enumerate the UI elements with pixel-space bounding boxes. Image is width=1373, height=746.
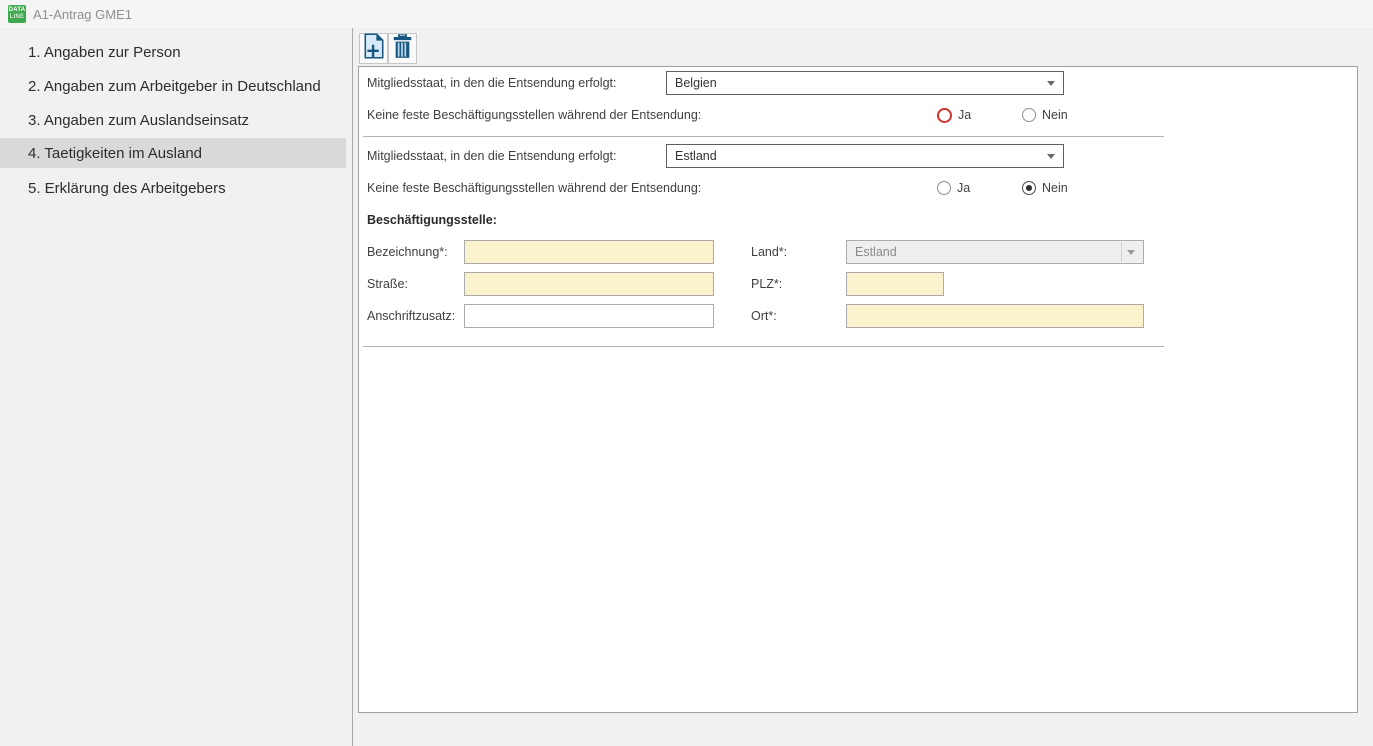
strasse-label: Straße: [367,276,408,292]
strasse-input[interactable] [464,272,714,296]
chevron-down-icon [1047,81,1055,86]
land-label: Land*: [751,244,787,260]
toolbar [359,33,417,64]
app-logo-text-bottom: LINE [10,14,24,21]
member-state-dropdown-1[interactable]: Belgien [666,71,1064,95]
radio-nein-2[interactable]: Nein [1022,178,1068,198]
ort-label: Ort*: [751,308,777,324]
plz-label: PLZ*: [751,276,782,292]
radio-ja-label-2: Ja [957,181,970,195]
anschriftzusatz-input[interactable] [464,304,714,328]
anschriftzusatz-label: Anschriftzusatz: [367,308,455,324]
sidebar-divider [352,28,353,746]
radio-button-icon [1022,181,1036,195]
nav-label: 4. Taetigkeiten im Ausland [28,145,202,162]
window-title: A1-Antrag GME1 [33,7,132,22]
entry-separator [363,136,1164,137]
dropdown-split-line [1121,242,1122,262]
employment-site-heading: Beschäftigungsstelle: [367,212,497,228]
radio-ja-label-1: Ja [958,108,971,122]
radio-ja-2[interactable]: Ja [937,178,970,198]
sidebar-item-arbeitgeber-deutschland[interactable]: 2. Angaben zum Arbeitgeber in Deutschlan… [0,71,346,101]
sidebar-item-angaben-zur-person[interactable]: 1. Angaben zur Person [0,37,346,67]
app-logo-icon: DATA LINE [8,5,26,23]
member-state-label-1: Mitgliedsstaat, in den die Entsendung er… [367,75,616,91]
titlebar: DATA LINE A1-Antrag GME1 [0,0,1373,28]
no-fixed-site-label-2: Keine feste Beschäftigungsstellen währen… [367,180,701,196]
radio-button-icon [937,108,952,123]
sidebar: 1. Angaben zur Person 2. Angaben zum Arb… [0,28,352,746]
form-panel: Mitgliedsstaat, in den die Entsendung er… [358,66,1358,713]
bezeichnung-input[interactable] [464,240,714,264]
member-state-label-2: Mitgliedsstaat, in den die Entsendung er… [367,148,616,164]
nav-label: 2. Angaben zum Arbeitgeber in Deutschlan… [28,78,321,95]
member-state-value-2: Estland [675,149,717,163]
radio-button-icon [1022,108,1036,122]
plz-input[interactable] [846,272,944,296]
member-state-dropdown-2[interactable]: Estland [666,144,1064,168]
radio-nein-1[interactable]: Nein [1022,105,1068,125]
sidebar-item-erklaerung-arbeitgeber[interactable]: 5. Erklärung des Arbeitgebers [0,173,346,203]
add-document-icon [363,33,385,64]
radio-button-icon [937,181,951,195]
nav-label: 1. Angaben zur Person [28,44,181,61]
no-fixed-site-label-1: Keine feste Beschäftigungsstellen währen… [367,107,701,123]
add-entry-button[interactable] [359,33,388,64]
radio-nein-label-1: Nein [1042,108,1068,122]
ort-input[interactable] [846,304,1144,328]
bezeichnung-label: Bezeichnung*: [367,244,448,260]
radio-ja-1[interactable]: Ja [937,105,971,125]
trash-icon [392,33,413,64]
land-value: Estland [855,245,897,259]
nav-label: 5. Erklärung des Arbeitgebers [28,180,226,197]
app-logo-text-top: DATA [9,7,26,14]
land-dropdown[interactable]: Estland [846,240,1144,264]
sidebar-item-auslandseinsatz[interactable]: 3. Angaben zum Auslandseinsatz [0,105,346,135]
sidebar-item-taetigkeiten-ausland[interactable]: 4. Taetigkeiten im Ausland [0,138,346,168]
chevron-down-icon [1047,154,1055,159]
radio-nein-label-2: Nein [1042,181,1068,195]
chevron-down-icon [1127,250,1135,255]
delete-entry-button[interactable] [388,33,417,64]
member-state-value-1: Belgien [675,76,717,90]
entry-separator [363,346,1164,347]
nav-label: 3. Angaben zum Auslandseinsatz [28,112,249,129]
